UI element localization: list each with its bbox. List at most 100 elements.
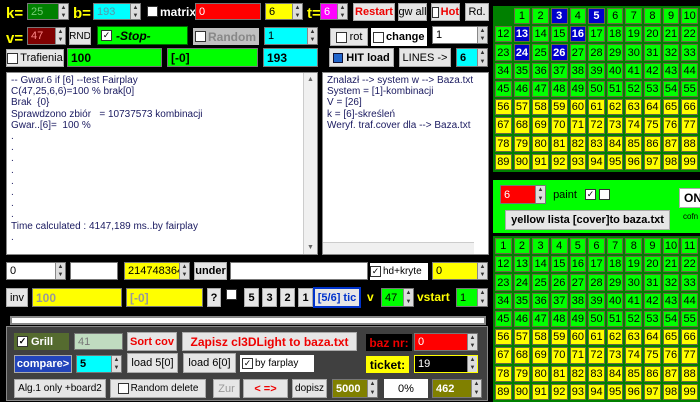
grill-check-box[interactable]: ✓ — [17, 336, 28, 347]
number-cell[interactable]: 73 — [606, 347, 624, 364]
number-cell[interactable]: 47 — [532, 80, 549, 98]
number-cell[interactable]: 90 — [513, 383, 531, 400]
number-cell[interactable]: 22 — [681, 26, 698, 43]
number-cell[interactable]: 76 — [662, 117, 680, 134]
stop-check-box[interactable]: ✓ — [101, 30, 112, 41]
lines-spinner[interactable]: 6 ▲ ▼ — [456, 48, 488, 67]
number-cell[interactable]: 91 — [532, 153, 549, 170]
number-cell[interactable]: 14 — [532, 256, 549, 273]
compare-spin-arrows[interactable]: ▲ ▼ — [111, 356, 121, 372]
random-check-box[interactable] — [195, 31, 206, 42]
number-cell[interactable]: 8 — [644, 8, 661, 25]
number-cell[interactable]: 71 — [569, 117, 587, 134]
number-cell[interactable]: 43 — [662, 62, 680, 79]
number-cell[interactable]: 50 — [588, 80, 605, 98]
blank-field[interactable] — [70, 262, 118, 280]
number-cell[interactable]: 58 — [532, 99, 549, 116]
number-cell[interactable]: 12 — [495, 26, 512, 43]
number-cell[interactable]: 84 — [606, 135, 624, 152]
number-cell[interactable]: 61 — [588, 329, 605, 346]
number-cell[interactable]: 57 — [513, 99, 531, 116]
change-check-box[interactable] — [373, 31, 384, 43]
number-cell[interactable]: 55 — [681, 310, 698, 328]
number-cell[interactable]: 72 — [588, 117, 605, 134]
number-cell[interactable]: 9 — [662, 8, 680, 25]
number-cell[interactable]: 59 — [550, 99, 568, 116]
baz-nr-spinner[interactable]: 0 ▲ ▼ — [414, 333, 478, 351]
grill-value-field[interactable]: 41 — [74, 333, 123, 350]
n1-button[interactable]: 1 — [298, 288, 313, 307]
b-spinner[interactable]: 193 ▲ ▼ — [93, 3, 141, 20]
number-cell[interactable]: 75 — [644, 347, 661, 364]
number-cell[interactable]: 48 — [550, 310, 568, 328]
number-cell[interactable]: 59 — [550, 329, 568, 346]
under-button[interactable]: under — [194, 262, 227, 280]
number-cell[interactable]: 52 — [625, 310, 643, 328]
number-cell[interactable]: 74 — [625, 347, 643, 364]
lines-spin-arrows[interactable]: ▲ ▼ — [477, 49, 487, 66]
v2-spin-arrows[interactable]: ▲ ▼ — [403, 289, 413, 306]
number-cell[interactable]: 25 — [532, 274, 549, 291]
number-cell[interactable]: 78 — [495, 365, 512, 382]
number-cell[interactable]: 2 — [532, 8, 549, 25]
number-cell[interactable]: 65 — [662, 329, 680, 346]
number-cell[interactable]: 20 — [644, 256, 661, 273]
number-cell[interactable]: 62 — [606, 99, 624, 116]
val5000-spinner[interactable]: 5000 ▲ ▼ — [332, 379, 378, 398]
number-cell[interactable]: 16 — [569, 256, 587, 273]
compare-spinner[interactable]: 5 ▲ ▼ — [76, 355, 122, 373]
number-cell[interactable]: 58 — [532, 329, 549, 346]
n5-button[interactable]: 5 — [244, 288, 259, 307]
number-cell[interactable]: 76 — [662, 347, 680, 364]
b-spin-arrows[interactable]: ▲ ▼ — [130, 4, 140, 19]
number-cell[interactable]: 33 — [681, 44, 698, 61]
number-cell[interactable]: 81 — [550, 135, 568, 152]
number-cell[interactable]: 83 — [588, 135, 605, 152]
number-cell[interactable]: 86 — [644, 365, 661, 382]
number-cell[interactable]: 20 — [644, 26, 661, 43]
hot-button[interactable]: Hot — [431, 3, 460, 21]
number-cell[interactable]: 22 — [681, 256, 698, 273]
number-cell[interactable]: 42 — [644, 62, 661, 79]
cyan-spin-arrows[interactable]: ▲ ▼ — [307, 28, 317, 44]
number-cell[interactable]: 78 — [495, 135, 512, 152]
change-spin-arrows[interactable]: ▲ ▼ — [477, 27, 487, 43]
on-button[interactable]: ON — [679, 188, 700, 208]
number-cell[interactable]: 68 — [513, 347, 531, 364]
number-cell[interactable]: 10 — [662, 238, 680, 255]
number-cell[interactable]: 82 — [569, 135, 587, 152]
grill-toggle[interactable]: ✓ Grill — [14, 333, 69, 350]
number-cell[interactable]: 50 — [588, 310, 605, 328]
alg-button[interactable]: Alg.1 only +board2 — [14, 379, 106, 398]
zur-button[interactable]: Zur — [213, 379, 240, 398]
number-cell[interactable]: 21 — [662, 256, 680, 273]
number-cell[interactable]: 7 — [625, 8, 643, 25]
yellow-zero-spin-arrows[interactable]: ▲ ▼ — [477, 263, 487, 279]
number-cell[interactable]: 75 — [644, 117, 661, 134]
number-cell[interactable]: 29 — [606, 274, 624, 291]
number-cell[interactable]: 11 — [681, 238, 698, 255]
number-cell[interactable]: 52 — [625, 80, 643, 98]
left-memo-scrollbar[interactable] — [303, 73, 317, 254]
arrows-button[interactable]: < => — [243, 379, 288, 398]
number-cell[interactable]: 97 — [644, 153, 661, 170]
number-cell[interactable]: 28 — [588, 274, 605, 291]
number-cell[interactable]: 90 — [513, 153, 531, 170]
number-cell[interactable]: 60 — [569, 329, 587, 346]
number-cell[interactable]: 95 — [606, 383, 624, 400]
number-cell[interactable]: 71 — [569, 347, 587, 364]
number-cell[interactable]: 66 — [681, 99, 698, 116]
matrix-check-box[interactable] — [147, 6, 158, 17]
number-cell[interactable]: 98 — [662, 153, 680, 170]
number-cell[interactable]: 67 — [495, 117, 512, 134]
number-cell[interactable]: 46 — [513, 80, 531, 98]
number-cell[interactable]: 27 — [569, 274, 587, 291]
number-cell[interactable]: 66 — [681, 329, 698, 346]
number-cell[interactable]: 19 — [625, 26, 643, 43]
number-cell[interactable]: 94 — [588, 153, 605, 170]
number-cell[interactable]: 63 — [625, 99, 643, 116]
number-cell[interactable]: 55 — [681, 80, 698, 98]
int-field[interactable]: 214748364 ▲ ▼ — [124, 262, 190, 280]
number-cell[interactable]: 7 — [606, 238, 624, 255]
vstart-spin-arrows[interactable]: ▲ ▼ — [477, 289, 487, 306]
